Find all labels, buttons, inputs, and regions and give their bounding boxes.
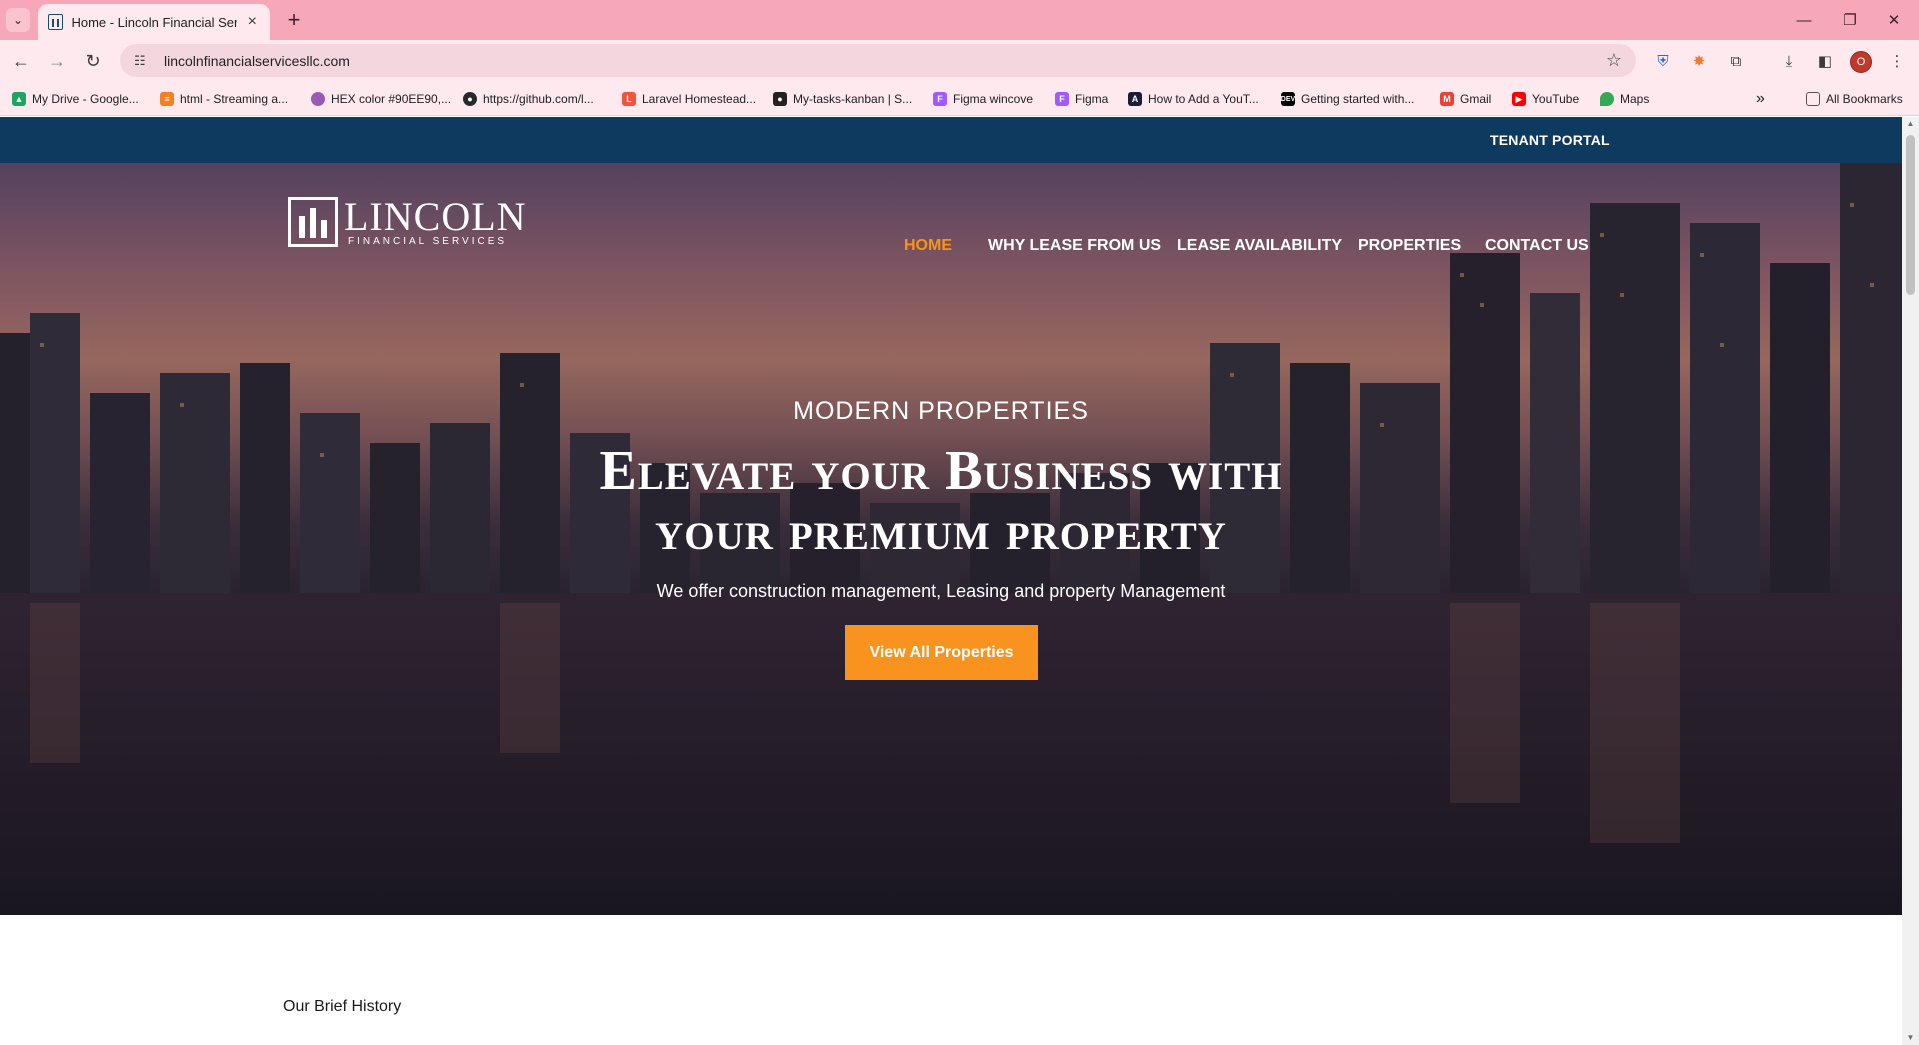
utility-bar: TENANT PORTAL <box>0 117 1902 163</box>
figma-icon: F <box>933 92 947 106</box>
bookmarks-bar: ▲ My Drive - Google... ≡ html - Streaming … <box>0 82 1919 116</box>
stackoverflow-icon: ≡ <box>160 92 174 106</box>
color-wheel-icon <box>311 92 325 106</box>
page-scrollbar[interactable]: ▲ ▼ <box>1902 117 1919 1045</box>
tab-search-icon[interactable]: ⌄ <box>6 8 30 32</box>
minimize-icon[interactable]: — <box>1782 6 1826 34</box>
hero-title: Elevate your Business with your premium … <box>0 441 1882 561</box>
bookmark-item[interactable]: F Figma wincove <box>933 89 1033 109</box>
bookmark-item[interactable]: ● https://github.com/l... <box>463 89 594 109</box>
brief-history-heading: Our Brief History <box>283 998 402 1015</box>
page-viewport: TENANT PORTAL LINCOLN FINANCIAL SERVICES… <box>0 117 1902 1045</box>
bookmark-item[interactable]: Maps <box>1600 89 1649 109</box>
hero-section: LINCOLN FINANCIAL SERVICES HOME WHY LEAS… <box>0 163 1902 915</box>
bookmark-item[interactable]: L Laravel Homestead... <box>622 89 756 109</box>
bookmark-item[interactable]: HEX color #90EE90,... <box>311 89 451 109</box>
bookmark-item[interactable]: ● My-tasks-kanban | S... <box>773 89 912 109</box>
bookmarks-overflow-icon[interactable]: » <box>1756 89 1765 109</box>
article-icon: A <box>1128 92 1142 106</box>
view-all-properties-button[interactable]: View All Properties <box>845 625 1038 680</box>
github-icon: ● <box>463 92 477 106</box>
hero-subtitle: We offer construction management, Leasin… <box>656 581 1226 601</box>
nav-home[interactable]: HOME <box>904 237 952 255</box>
gmail-icon: M <box>1440 92 1454 106</box>
tenant-portal-link[interactable]: TENANT PORTAL <box>1490 132 1610 148</box>
browser-tab-active[interactable]: Home - Lincoln Financial Servic × <box>38 4 270 40</box>
dev-icon: DEV <box>1281 92 1295 106</box>
new-tab-button[interactable]: + <box>280 6 308 34</box>
nav-lease-availability[interactable]: LEASE AVAILABILITY <box>1177 237 1342 255</box>
google-drive-icon: ▲ <box>12 92 26 106</box>
menu-icon[interactable]: ⋮ <box>1886 50 1908 72</box>
site-logo[interactable]: LINCOLN FINANCIAL SERVICES <box>288 193 527 247</box>
logo-tagline: FINANCIAL SERVICES <box>348 235 508 247</box>
logo-name: LINCOLN <box>344 193 527 239</box>
tab-title: Home - Lincoln Financial Servic <box>71 14 237 30</box>
site-favicon-icon <box>48 14 64 30</box>
downloads-icon[interactable]: ⤓ <box>1778 50 1800 72</box>
all-bookmarks[interactable]: All Bookmarks <box>1806 89 1903 109</box>
back-icon[interactable]: ← <box>8 48 34 74</box>
youtube-icon: ▶ <box>1512 92 1526 106</box>
maps-icon <box>1600 92 1614 106</box>
browser-tab-strip: ⌄ Home - Lincoln Financial Servic × + — … <box>0 0 1919 40</box>
browser-toolbar: ← → ↻ ☷ lincolnfinancialservicesllc.com … <box>0 40 1919 82</box>
logo-building-icon <box>288 197 338 247</box>
bookmark-item[interactable]: M Gmail <box>1440 89 1491 109</box>
address-bar[interactable]: ☷ lincolnfinancialservicesllc.com ☆ <box>120 44 1636 77</box>
hero-title-line-1: Elevate your Business with <box>599 440 1283 502</box>
laravel-icon: L <box>622 92 636 106</box>
bookmark-item[interactable]: ≡ html - Streaming a... <box>160 89 288 109</box>
bitwarden-extension-icon[interactable]: ⛨ <box>1652 50 1674 72</box>
hero-title-line-2: your premium property <box>655 500 1227 562</box>
scroll-up-icon[interactable]: ▲ <box>1905 119 1916 129</box>
bookmark-star-icon[interactable]: ☆ <box>1606 50 1622 71</box>
nav-contact-us[interactable]: CONTACT US <box>1485 237 1589 255</box>
bookmark-item[interactable]: A How to Add a YouT... <box>1128 89 1259 109</box>
bookmark-item[interactable]: ▶ YouTube <box>1512 89 1579 109</box>
bookmark-item[interactable]: F Figma <box>1055 89 1108 109</box>
url-text: lincolnfinancialservicesllc.com <box>164 52 350 69</box>
bookmark-item[interactable]: ▲ My Drive - Google... <box>12 89 139 109</box>
scroll-down-icon[interactable]: ▼ <box>1905 1033 1916 1043</box>
figma-icon: F <box>1055 92 1069 106</box>
folder-icon <box>1806 92 1820 106</box>
site-info-icon[interactable]: ☷ <box>134 53 156 69</box>
reload-icon[interactable]: ↻ <box>80 48 106 74</box>
colorzilla-extension-icon[interactable]: ✸ <box>1688 50 1710 72</box>
kanban-icon: ● <box>773 92 787 106</box>
scroll-thumb[interactable] <box>1906 135 1915 295</box>
extensions-icon[interactable]: ⧉ <box>1725 50 1747 72</box>
close-window-icon[interactable]: ✕ <box>1872 6 1916 34</box>
restore-icon[interactable]: ❐ <box>1828 6 1872 34</box>
side-panel-icon[interactable]: ◧ <box>1814 50 1836 72</box>
hero-kicker: MODERN PROPERTIES <box>793 397 1089 425</box>
profile-avatar[interactable]: O <box>1850 51 1872 73</box>
nav-properties[interactable]: PROPERTIES <box>1358 237 1461 255</box>
nav-why-lease[interactable]: WHY LEASE FROM US <box>988 237 1161 255</box>
close-tab-icon[interactable]: × <box>245 13 260 31</box>
bookmark-item[interactable]: DEV Getting started with... <box>1281 89 1414 109</box>
forward-icon[interactable]: → <box>44 48 70 74</box>
